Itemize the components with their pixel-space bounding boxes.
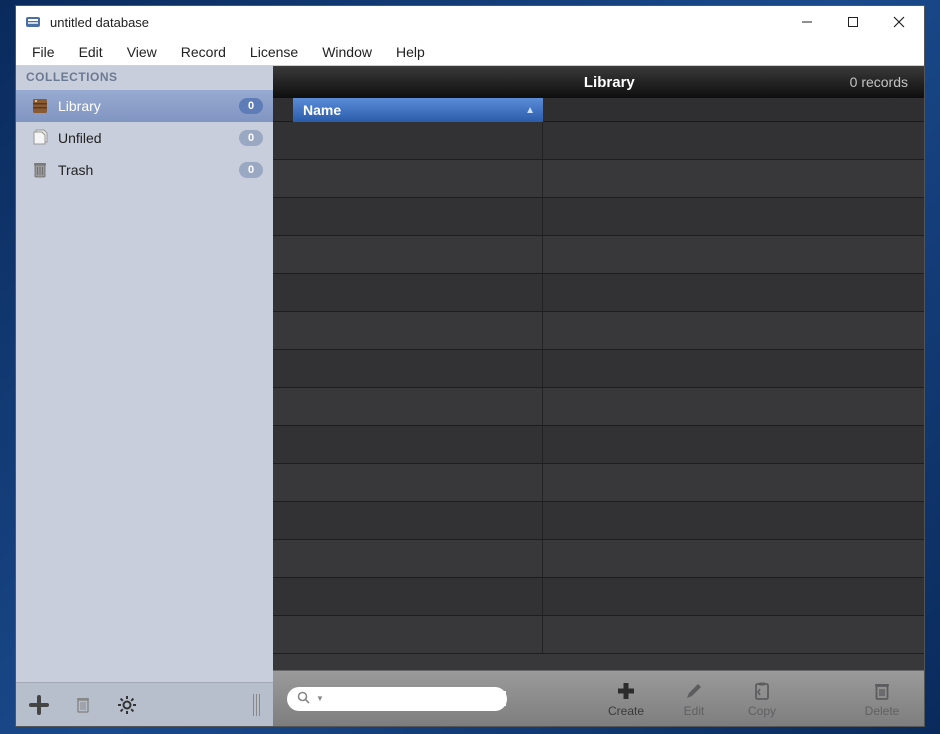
table-cell: [293, 578, 543, 615]
sidebar: COLLECTIONS Library 0 Unfiled 0: [16, 66, 273, 726]
menu-file[interactable]: File: [22, 40, 65, 64]
count-badge: 0: [239, 98, 263, 114]
table-row[interactable]: [273, 502, 924, 540]
table-cell: [293, 160, 543, 197]
sidebar-item-label: Unfiled: [58, 130, 231, 146]
maximize-button[interactable]: [830, 7, 876, 37]
table-cell: [293, 464, 543, 501]
menu-record[interactable]: Record: [171, 40, 236, 64]
menu-view[interactable]: View: [117, 40, 167, 64]
menu-license[interactable]: License: [240, 40, 308, 64]
table-row[interactable]: [273, 160, 924, 198]
table-row[interactable]: [273, 540, 924, 578]
sort-ascending-icon: ▲: [525, 105, 535, 116]
search-field-wrap: ▼: [287, 687, 507, 711]
menu-edit[interactable]: Edit: [69, 40, 113, 64]
table-cell: [293, 540, 543, 577]
sidebar-item-unfiled[interactable]: Unfiled 0: [16, 122, 273, 154]
app-window: untitled database File Edit View Record …: [15, 5, 925, 727]
table-row[interactable]: [273, 274, 924, 312]
bottom-toolbar: ▼ Create Edit: [273, 670, 924, 726]
window-title: untitled database: [50, 15, 784, 30]
count-badge: 0: [239, 162, 263, 178]
settings-button[interactable]: [114, 692, 140, 718]
table-cell: [293, 122, 543, 159]
table-cell: [293, 274, 543, 311]
search-input[interactable]: [330, 691, 506, 706]
resize-grip[interactable]: [253, 694, 263, 716]
library-icon: [30, 96, 50, 116]
menu-help[interactable]: Help: [386, 40, 435, 64]
delete-button[interactable]: Delete: [854, 679, 910, 718]
window-controls: [784, 6, 922, 38]
add-collection-button[interactable]: [26, 692, 52, 718]
menu-window[interactable]: Window: [312, 40, 382, 64]
main-header: Library 0 records: [273, 66, 924, 98]
trash-icon: [30, 160, 50, 180]
sidebar-header: COLLECTIONS: [16, 66, 273, 90]
sidebar-item-library[interactable]: Library 0: [16, 90, 273, 122]
column-header-name[interactable]: Name ▲: [293, 98, 543, 122]
delete-collection-button[interactable]: [70, 692, 96, 718]
table-cell: [293, 350, 543, 387]
close-button[interactable]: [876, 7, 922, 37]
table-row[interactable]: [273, 236, 924, 274]
column-label: Name: [303, 102, 341, 118]
table-row[interactable]: [273, 122, 924, 160]
pencil-icon: [684, 679, 704, 703]
search-icon: [297, 691, 310, 707]
sidebar-items: Library 0 Unfiled 0 Trash 0: [16, 90, 273, 682]
create-button[interactable]: Create: [598, 679, 654, 718]
toolbar-btn-label: Edit: [684, 704, 705, 718]
count-badge: 0: [239, 130, 263, 146]
sidebar-item-label: Library: [58, 98, 231, 114]
copy-button[interactable]: Copy: [734, 679, 790, 718]
record-count: 0 records: [850, 74, 908, 90]
toolbar-btn-label: Delete: [865, 704, 900, 718]
toolbar-btn-label: Copy: [748, 704, 776, 718]
unfiled-icon: [30, 128, 50, 148]
table-cell: [293, 616, 543, 653]
edit-button[interactable]: Edit: [666, 679, 722, 718]
table-row[interactable]: [273, 464, 924, 502]
toolbar-btn-label: Create: [608, 704, 644, 718]
table-row[interactable]: [273, 198, 924, 236]
minimize-button[interactable]: [784, 7, 830, 37]
table-cell: [293, 502, 543, 539]
table-body[interactable]: [273, 122, 924, 670]
sidebar-item-trash[interactable]: Trash 0: [16, 154, 273, 186]
table-cell: [293, 236, 543, 273]
menubar: File Edit View Record License Window Hel…: [16, 38, 924, 66]
collection-title: Library: [369, 74, 850, 91]
table-row[interactable]: [273, 616, 924, 654]
sidebar-footer: [16, 682, 273, 726]
table-cell: [293, 388, 543, 425]
search-dropdown-icon[interactable]: ▼: [316, 694, 324, 703]
table-row[interactable]: [273, 388, 924, 426]
table-cell: [293, 426, 543, 463]
table-row[interactable]: [273, 578, 924, 616]
table-row[interactable]: [273, 312, 924, 350]
table-row[interactable]: [273, 350, 924, 388]
table-row[interactable]: [273, 426, 924, 464]
clipboard-icon: [752, 679, 772, 703]
sidebar-item-label: Trash: [58, 162, 231, 178]
content: COLLECTIONS Library 0 Unfiled 0: [16, 66, 924, 726]
table-cell: [293, 198, 543, 235]
trash-icon: [872, 679, 892, 703]
column-header-row: Name ▲: [273, 98, 924, 122]
plus-icon: [615, 679, 637, 703]
main-panel: Library 0 records Name ▲ ▼: [273, 66, 924, 726]
table-cell: [293, 312, 543, 349]
titlebar: untitled database: [16, 6, 924, 38]
app-icon: [24, 13, 42, 31]
